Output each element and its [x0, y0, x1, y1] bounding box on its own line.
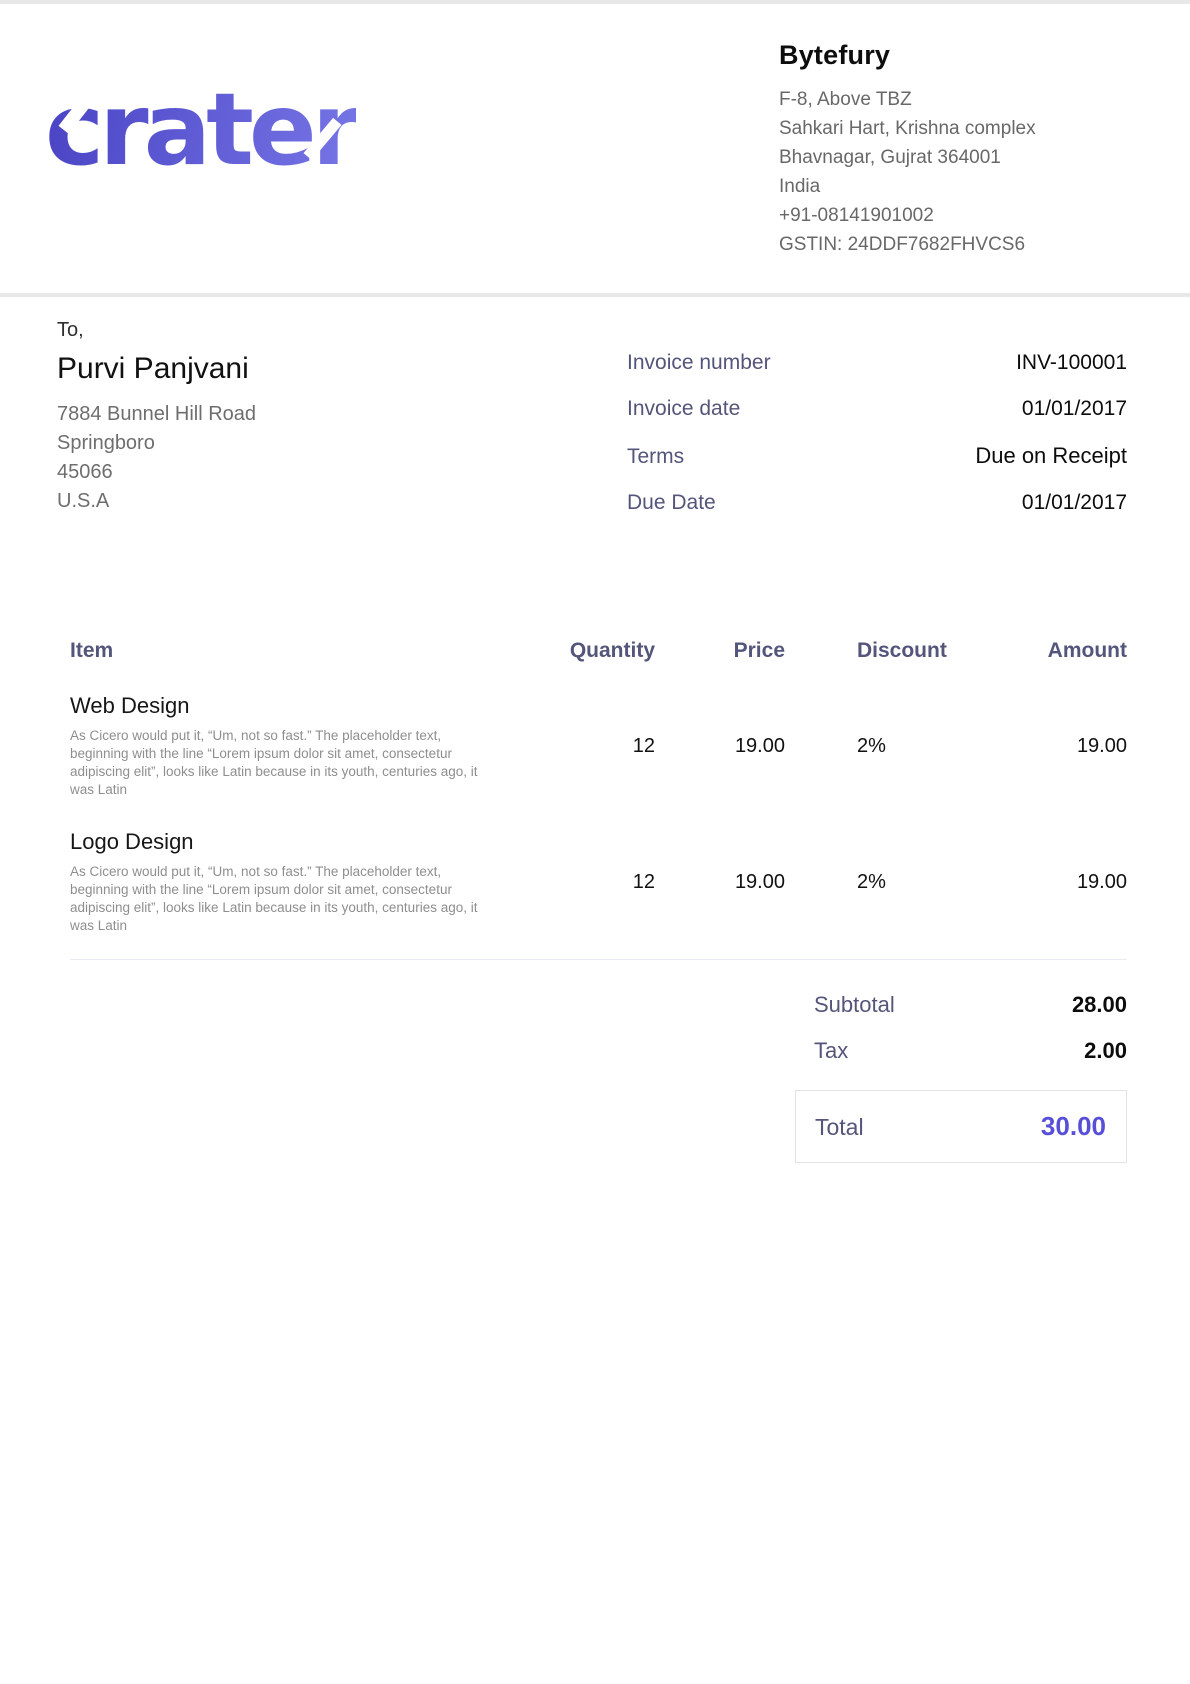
subtotal-value: 28.00	[1072, 992, 1127, 1018]
customer-address-line-4: U.S.A	[57, 487, 256, 516]
company-gstin: GSTIN: 24DDF7682FHVCS6	[779, 230, 1127, 259]
column-header-price: Price	[655, 639, 785, 663]
company-address-line-2: Sahkari Hart, Krishna complex	[779, 114, 1127, 143]
due-date-value: 01/01/2017	[1022, 491, 1127, 515]
due-date-row: Due Date 01/01/2017	[627, 491, 1127, 515]
item-discount: 2%	[785, 829, 975, 935]
item-amount: 19.00	[975, 693, 1127, 799]
terms-value: Due on Receipt	[975, 443, 1127, 469]
customer-name: Purvi Panjvani	[57, 352, 256, 386]
customer-address-line-1: 7884 Bunnel Hill Road	[57, 400, 256, 429]
customer-block: To, Purvi Panjvani 7884 Bunnel Hill Road…	[57, 319, 256, 537]
to-label: To,	[57, 319, 256, 342]
item-row-logo-design: Logo Design As Cicero would put it, “Um,…	[70, 829, 1127, 935]
item-description: As Cicero would put it, “Um, not so fast…	[70, 863, 498, 935]
column-header-amount: Amount	[975, 639, 1127, 663]
item-discount: 2%	[785, 693, 975, 799]
totals-section: Subtotal 28.00 Tax 2.00 Total 30.00	[795, 992, 1127, 1163]
crater-logo: crater	[45, 80, 356, 180]
company-address-line-4: India	[779, 172, 1127, 201]
invoice-number-label: Invoice number	[627, 351, 771, 375]
item-amount: 19.00	[975, 829, 1127, 935]
total-value: 30.00	[1041, 1111, 1106, 1142]
invoice-header: crater Bytefury F-8, Above TBZ Sahkari H…	[0, 4, 1190, 293]
invoice-date-label: Invoice date	[627, 397, 740, 421]
company-address-line-1: F-8, Above TBZ	[779, 85, 1127, 114]
invoice-body: To, Purvi Panjvani 7884 Bunnel Hill Road…	[0, 319, 1190, 1163]
column-header-discount: Discount	[785, 639, 975, 663]
customer-address-line-2: Springboro	[57, 429, 256, 458]
subtotal-row: Subtotal 28.00	[795, 992, 1127, 1018]
item-name: Web Design	[70, 693, 560, 719]
billing-section: To, Purvi Panjvani 7884 Bunnel Hill Road…	[57, 319, 1127, 537]
tax-row: Tax 2.00	[795, 1038, 1127, 1064]
tax-value: 2.00	[1084, 1038, 1127, 1064]
invoice-date-value: 01/01/2017	[1022, 397, 1127, 421]
company-address-line-3: Bhavnagar, Gujrat 364001	[779, 143, 1127, 172]
header-divider	[0, 293, 1190, 297]
invoice-meta: Invoice number INV-100001 Invoice date 0…	[627, 351, 1127, 537]
table-bottom-divider	[70, 959, 1127, 960]
item-price: 19.00	[655, 693, 785, 799]
item-price: 19.00	[655, 829, 785, 935]
invoice-number-value: INV-100001	[1016, 351, 1127, 375]
item-cell: Logo Design As Cicero would put it, “Um,…	[70, 829, 560, 935]
items-table: Item Quantity Price Discount Amount Web …	[57, 639, 1127, 960]
invoice-number-row: Invoice number INV-100001	[627, 351, 1127, 375]
total-label: Total	[815, 1114, 864, 1141]
column-header-quantity: Quantity	[560, 639, 655, 663]
items-table-header: Item Quantity Price Discount Amount	[70, 639, 1127, 663]
terms-row: Terms Due on Receipt	[627, 443, 1127, 469]
due-date-label: Due Date	[627, 491, 716, 515]
subtotal-label: Subtotal	[814, 992, 895, 1018]
invoice-date-row: Invoice date 01/01/2017	[627, 397, 1127, 421]
item-quantity: 12	[560, 693, 655, 799]
item-description: As Cicero would put it, “Um, not so fast…	[70, 727, 498, 799]
item-cell: Web Design As Cicero would put it, “Um, …	[70, 693, 560, 799]
company-info: Bytefury F-8, Above TBZ Sahkari Hart, Kr…	[779, 32, 1127, 259]
company-name: Bytefury	[779, 40, 1127, 71]
tax-label: Tax	[814, 1038, 848, 1064]
company-phone: +91-08141901002	[779, 201, 1127, 230]
column-header-item: Item	[70, 639, 560, 663]
total-box: Total 30.00	[795, 1090, 1127, 1163]
item-name: Logo Design	[70, 829, 560, 855]
item-quantity: 12	[560, 829, 655, 935]
item-row-web-design: Web Design As Cicero would put it, “Um, …	[70, 693, 1127, 799]
terms-label: Terms	[627, 445, 684, 469]
customer-address-line-3: 45066	[57, 458, 256, 487]
